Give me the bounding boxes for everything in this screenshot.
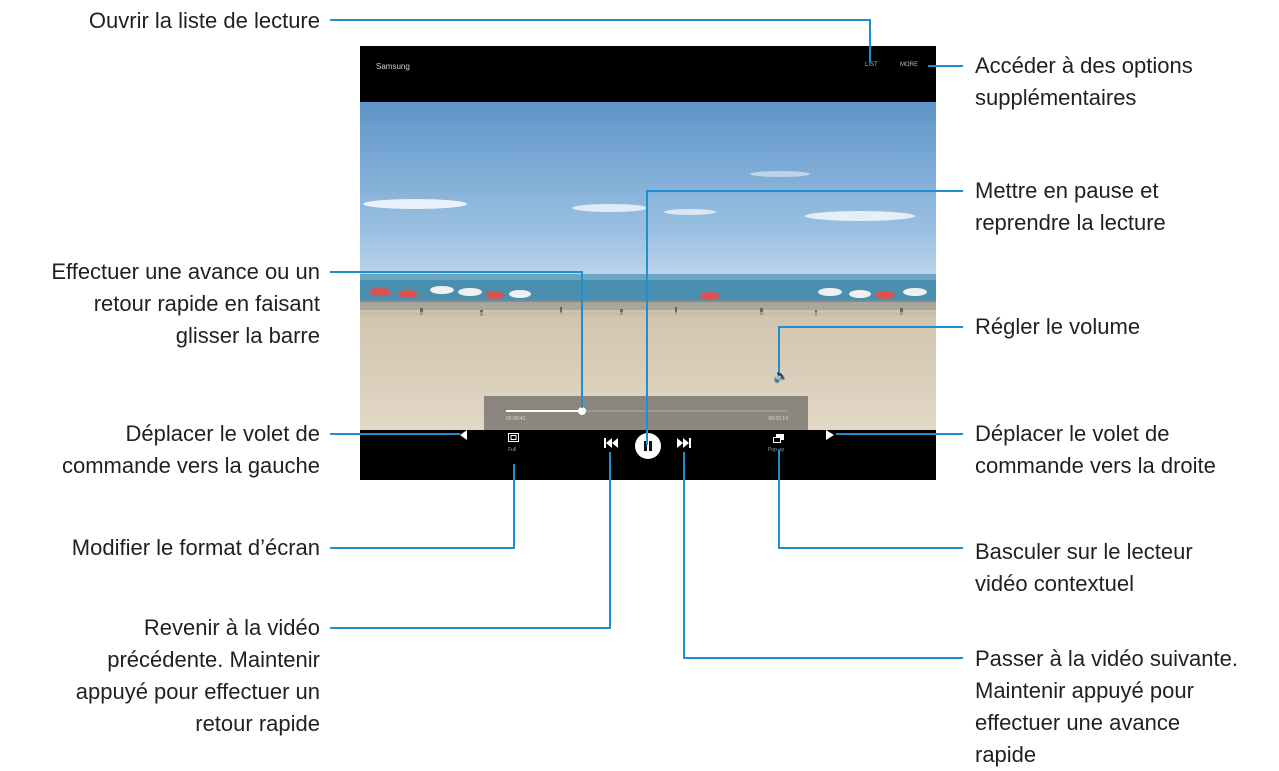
arrow-left-icon[interactable] <box>460 430 468 440</box>
total-time: 00:03:14 <box>768 416 788 422</box>
callout-line: Revenir à la vidéo <box>143 615 320 640</box>
callout-line: Mettre en pause et <box>975 178 1159 203</box>
callout-line: vidéo contextuel <box>975 571 1134 596</box>
callout-seek: Effectuer une avance ou un retour rapide… <box>5 256 320 352</box>
callout-playlist: Ouvrir la liste de lecture <box>30 5 320 37</box>
callout-line: reprendre la lecture <box>975 210 1166 235</box>
callout-line: effectuer une avance <box>975 710 1181 735</box>
seek-bar-progress <box>506 410 583 412</box>
popup-player-icon[interactable] <box>773 434 784 443</box>
callout-line: Maintenir appuyé pour <box>975 678 1194 703</box>
callout-line: Modifier le format d’écran <box>71 535 320 560</box>
control-panel: Full Pop-up <box>360 430 936 480</box>
skip-previous-icon[interactable] <box>604 438 618 448</box>
callout-line: Ouvrir la liste de lecture <box>88 8 320 33</box>
callout-line: supplémentaires <box>975 85 1137 110</box>
callout-next: Passer à la vidéo suivante. Maintenir ap… <box>975 643 1238 771</box>
callout-popup-player: Basculer sur le lecteur vidéo contextuel <box>975 536 1193 600</box>
callout-line: précédente. Maintenir <box>107 647 320 672</box>
popup-player-label: Pop-up <box>768 447 785 453</box>
callout-line: appuyé pour effectuer un <box>75 679 320 704</box>
callout-line: Basculer sur le lecteur <box>975 539 1193 564</box>
speaker-icon[interactable]: 🔈 <box>773 368 789 384</box>
callout-volume: Régler le volume <box>975 311 1140 343</box>
callout-more-options: Accéder à des options supplémentaires <box>975 50 1193 114</box>
callout-line: Accéder à des options <box>975 53 1193 78</box>
callout-line: rapide <box>975 742 1037 767</box>
callout-move-left: Déplacer le volet de commande vers la ga… <box>30 418 320 482</box>
seek-panel: 00:00:41 00:03:14 <box>484 396 808 430</box>
video-player: Samsung LIST MORE 00:00:41 00:03:14 🔈 Fu… <box>360 46 936 480</box>
pause-icon <box>644 441 647 451</box>
video-title: Samsung <box>376 62 410 71</box>
callout-line: Effectuer une avance ou un <box>51 259 320 284</box>
callout-line: retour rapide en faisant <box>93 291 320 316</box>
seek-handle[interactable] <box>578 407 587 415</box>
player-top-bar: Samsung LIST MORE <box>360 46 936 102</box>
callout-line: Régler le volume <box>975 314 1141 339</box>
callout-screen-ratio: Modifier le format d’écran <box>20 532 320 564</box>
more-button[interactable]: MORE <box>900 62 918 68</box>
leader-next <box>683 452 963 659</box>
video-frame[interactable] <box>360 102 936 430</box>
pause-button[interactable] <box>635 433 661 459</box>
callout-line: Passer à la vidéo suivante. <box>975 646 1238 671</box>
callout-pause-resume: Mettre en pause et reprendre la lecture <box>975 175 1166 239</box>
callout-line: commande vers la droite <box>975 453 1216 478</box>
pause-icon-bar <box>649 441 652 451</box>
arrow-right-icon[interactable] <box>826 430 834 440</box>
list-button[interactable]: LIST <box>865 62 878 68</box>
callout-line: Déplacer le volet de <box>975 421 1170 446</box>
callout-move-right: Déplacer le volet de commande vers la dr… <box>975 418 1216 482</box>
callout-line: glisser la barre <box>175 323 320 348</box>
seek-bar[interactable] <box>506 407 788 415</box>
callout-line: Déplacer le volet de <box>125 421 320 446</box>
callout-previous: Revenir à la vidéo précédente. Maintenir… <box>20 612 320 740</box>
screen-ratio-icon[interactable] <box>508 433 519 442</box>
callout-line: commande vers la gauche <box>61 453 320 478</box>
callout-line: retour rapide <box>195 711 320 736</box>
screen-ratio-label: Full <box>508 447 517 453</box>
elapsed-time: 00:00:41 <box>506 416 526 422</box>
skip-next-icon[interactable] <box>677 438 691 448</box>
